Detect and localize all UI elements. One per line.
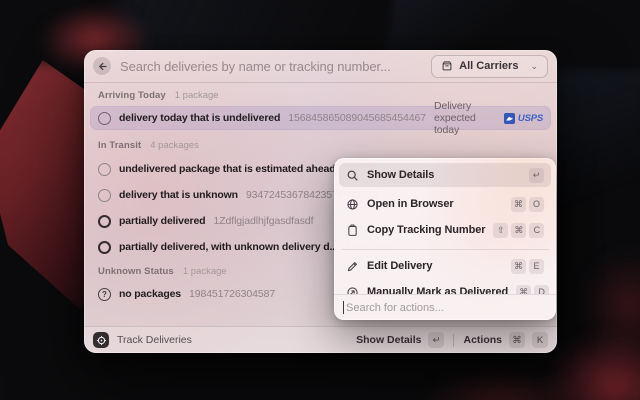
o-key-badge: O — [529, 197, 544, 212]
menu-item-label: Open in Browser — [367, 198, 454, 210]
section-count: 1 package — [175, 90, 219, 101]
return-key-badge: ↵ — [529, 168, 544, 183]
k-key-badge: K — [532, 332, 548, 348]
chevron-down-icon: ⌄ — [530, 61, 538, 72]
question-circle-icon: ? — [98, 288, 111, 301]
extension-name: Track Deliveries — [117, 334, 192, 346]
section-title: In Transit — [98, 140, 141, 151]
delivery-title: delivery that is unknown — [119, 189, 238, 201]
c-key-badge: C — [529, 223, 544, 238]
menu-item-shortcut: ⌘ O — [511, 197, 544, 212]
progress-circle-icon — [98, 215, 111, 228]
menu-item-shortcut: ↵ — [529, 168, 544, 183]
delivery-row-selected[interactable]: delivery today that is undelivered 15684… — [90, 106, 551, 130]
menu-item-open-in-browser[interactable]: Open in Browser ⌘ O — [339, 192, 551, 216]
progress-circle-icon — [98, 241, 111, 254]
section-title: Unknown Status — [98, 266, 174, 277]
command-key-badge: ⌘ — [516, 285, 531, 295]
carrier-badge: USPS — [504, 113, 543, 124]
action-bar-right: Show Details ↵ Actions ⌘ K — [356, 332, 548, 348]
e-key-badge: E — [529, 259, 544, 274]
search-header: Search deliveries by name or tracking nu… — [84, 50, 557, 83]
command-key-badge: ⌘ — [511, 259, 526, 274]
tracking-number: 1Zdflgjadlhjfgasdfasdf — [213, 215, 313, 227]
pencil-icon — [346, 260, 359, 273]
menu-item-mark-as-delivered[interactable]: Manually Mark as Delivered ⌘ D — [339, 280, 551, 294]
menu-item-label: Manually Mark as Delivered — [367, 286, 508, 294]
primary-action-button[interactable]: Show Details — [356, 334, 421, 346]
menu-divider — [341, 249, 549, 250]
section-count: 1 package — [183, 266, 227, 277]
circle-arrow-icon — [346, 286, 359, 295]
menu-item-shortcut: ⌘ E — [511, 259, 544, 274]
delivery-title: delivery today that is undelivered — [119, 112, 280, 124]
progress-circle-icon — [98, 112, 111, 125]
delivery-title: partially delivered, with unknown delive… — [119, 241, 338, 253]
section-count: 4 packages — [150, 140, 199, 151]
package-icon — [441, 60, 453, 72]
clipboard-icon — [346, 224, 359, 237]
menu-item-copy-tracking-number[interactable]: Copy Tracking Number ⇧ ⌘ C — [339, 218, 551, 242]
menu-item-shortcut: ⌘ D — [516, 285, 549, 295]
actions-search-placeholder: Search for actions... — [346, 302, 444, 314]
globe-icon — [346, 198, 359, 211]
return-key-badge: ↵ — [428, 332, 444, 348]
tracking-number: 156845865089045685454467 — [288, 112, 426, 124]
d-key-badge: D — [534, 285, 549, 295]
tracking-number: 198451726304587 — [189, 288, 275, 300]
wallpaper-red-glow-right — [580, 250, 640, 360]
wallpaper-red-glow-bottom — [420, 370, 580, 400]
divider — [453, 334, 454, 347]
back-arrow-icon — [97, 61, 108, 72]
usps-logo-icon — [504, 113, 515, 124]
menu-item-label: Copy Tracking Number — [367, 224, 485, 236]
shift-key-badge: ⇧ — [493, 223, 508, 238]
menu-item-show-details[interactable]: Show Details ↵ — [339, 163, 551, 187]
menu-item-label: Edit Delivery — [367, 260, 432, 272]
wallpaper-blue-streak-right — [555, 70, 640, 240]
section-title: Arriving Today — [98, 90, 166, 101]
search-input[interactable]: Search deliveries by name or tracking nu… — [120, 59, 391, 74]
section-in-transit: In Transit 4 packages — [98, 137, 543, 153]
menu-item-label: Show Details — [367, 169, 434, 181]
progress-circle-icon — [98, 189, 111, 202]
menu-item-shortcut: ⇧ ⌘ C — [493, 223, 544, 238]
menu-item-edit-delivery[interactable]: Edit Delivery ⌘ E — [339, 254, 551, 278]
carrier-filter-dropdown[interactable]: All Carriers ⌄ — [431, 55, 548, 78]
actions-search-field[interactable]: Search for actions... — [334, 294, 556, 320]
back-button[interactable] — [93, 57, 111, 75]
command-key-badge: ⌘ — [509, 332, 525, 348]
desktop: Search deliveries by name or tracking nu… — [0, 0, 640, 400]
actions-menu-button[interactable]: Actions — [463, 334, 502, 346]
wallpaper-red-glow-bottomright — [545, 330, 640, 400]
carrier-filter-label: All Carriers — [459, 60, 518, 72]
delivery-title: undelivered package that is estimated ah… — [119, 163, 335, 175]
carrier-name: USPS — [518, 113, 543, 124]
actions-menu-list: Show Details ↵ Open in Browser ⌘ O Copy … — [339, 163, 551, 294]
text-cursor — [343, 301, 344, 314]
delivery-title: no packages — [119, 288, 181, 300]
progress-circle-icon — [98, 163, 111, 176]
delivery-status: Delivery expected today — [434, 100, 497, 136]
delivery-title: partially delivered — [119, 215, 205, 227]
magnifier-icon — [346, 169, 359, 182]
actions-menu: Show Details ↵ Open in Browser ⌘ O Copy … — [334, 158, 556, 320]
extension-icon — [93, 332, 109, 348]
command-key-badge: ⌘ — [511, 197, 526, 212]
delivery-row-accessories: Delivery expected today USPS — [434, 100, 543, 136]
command-key-badge: ⌘ — [511, 223, 526, 238]
action-bar: Track Deliveries Show Details ↵ Actions … — [84, 326, 557, 353]
